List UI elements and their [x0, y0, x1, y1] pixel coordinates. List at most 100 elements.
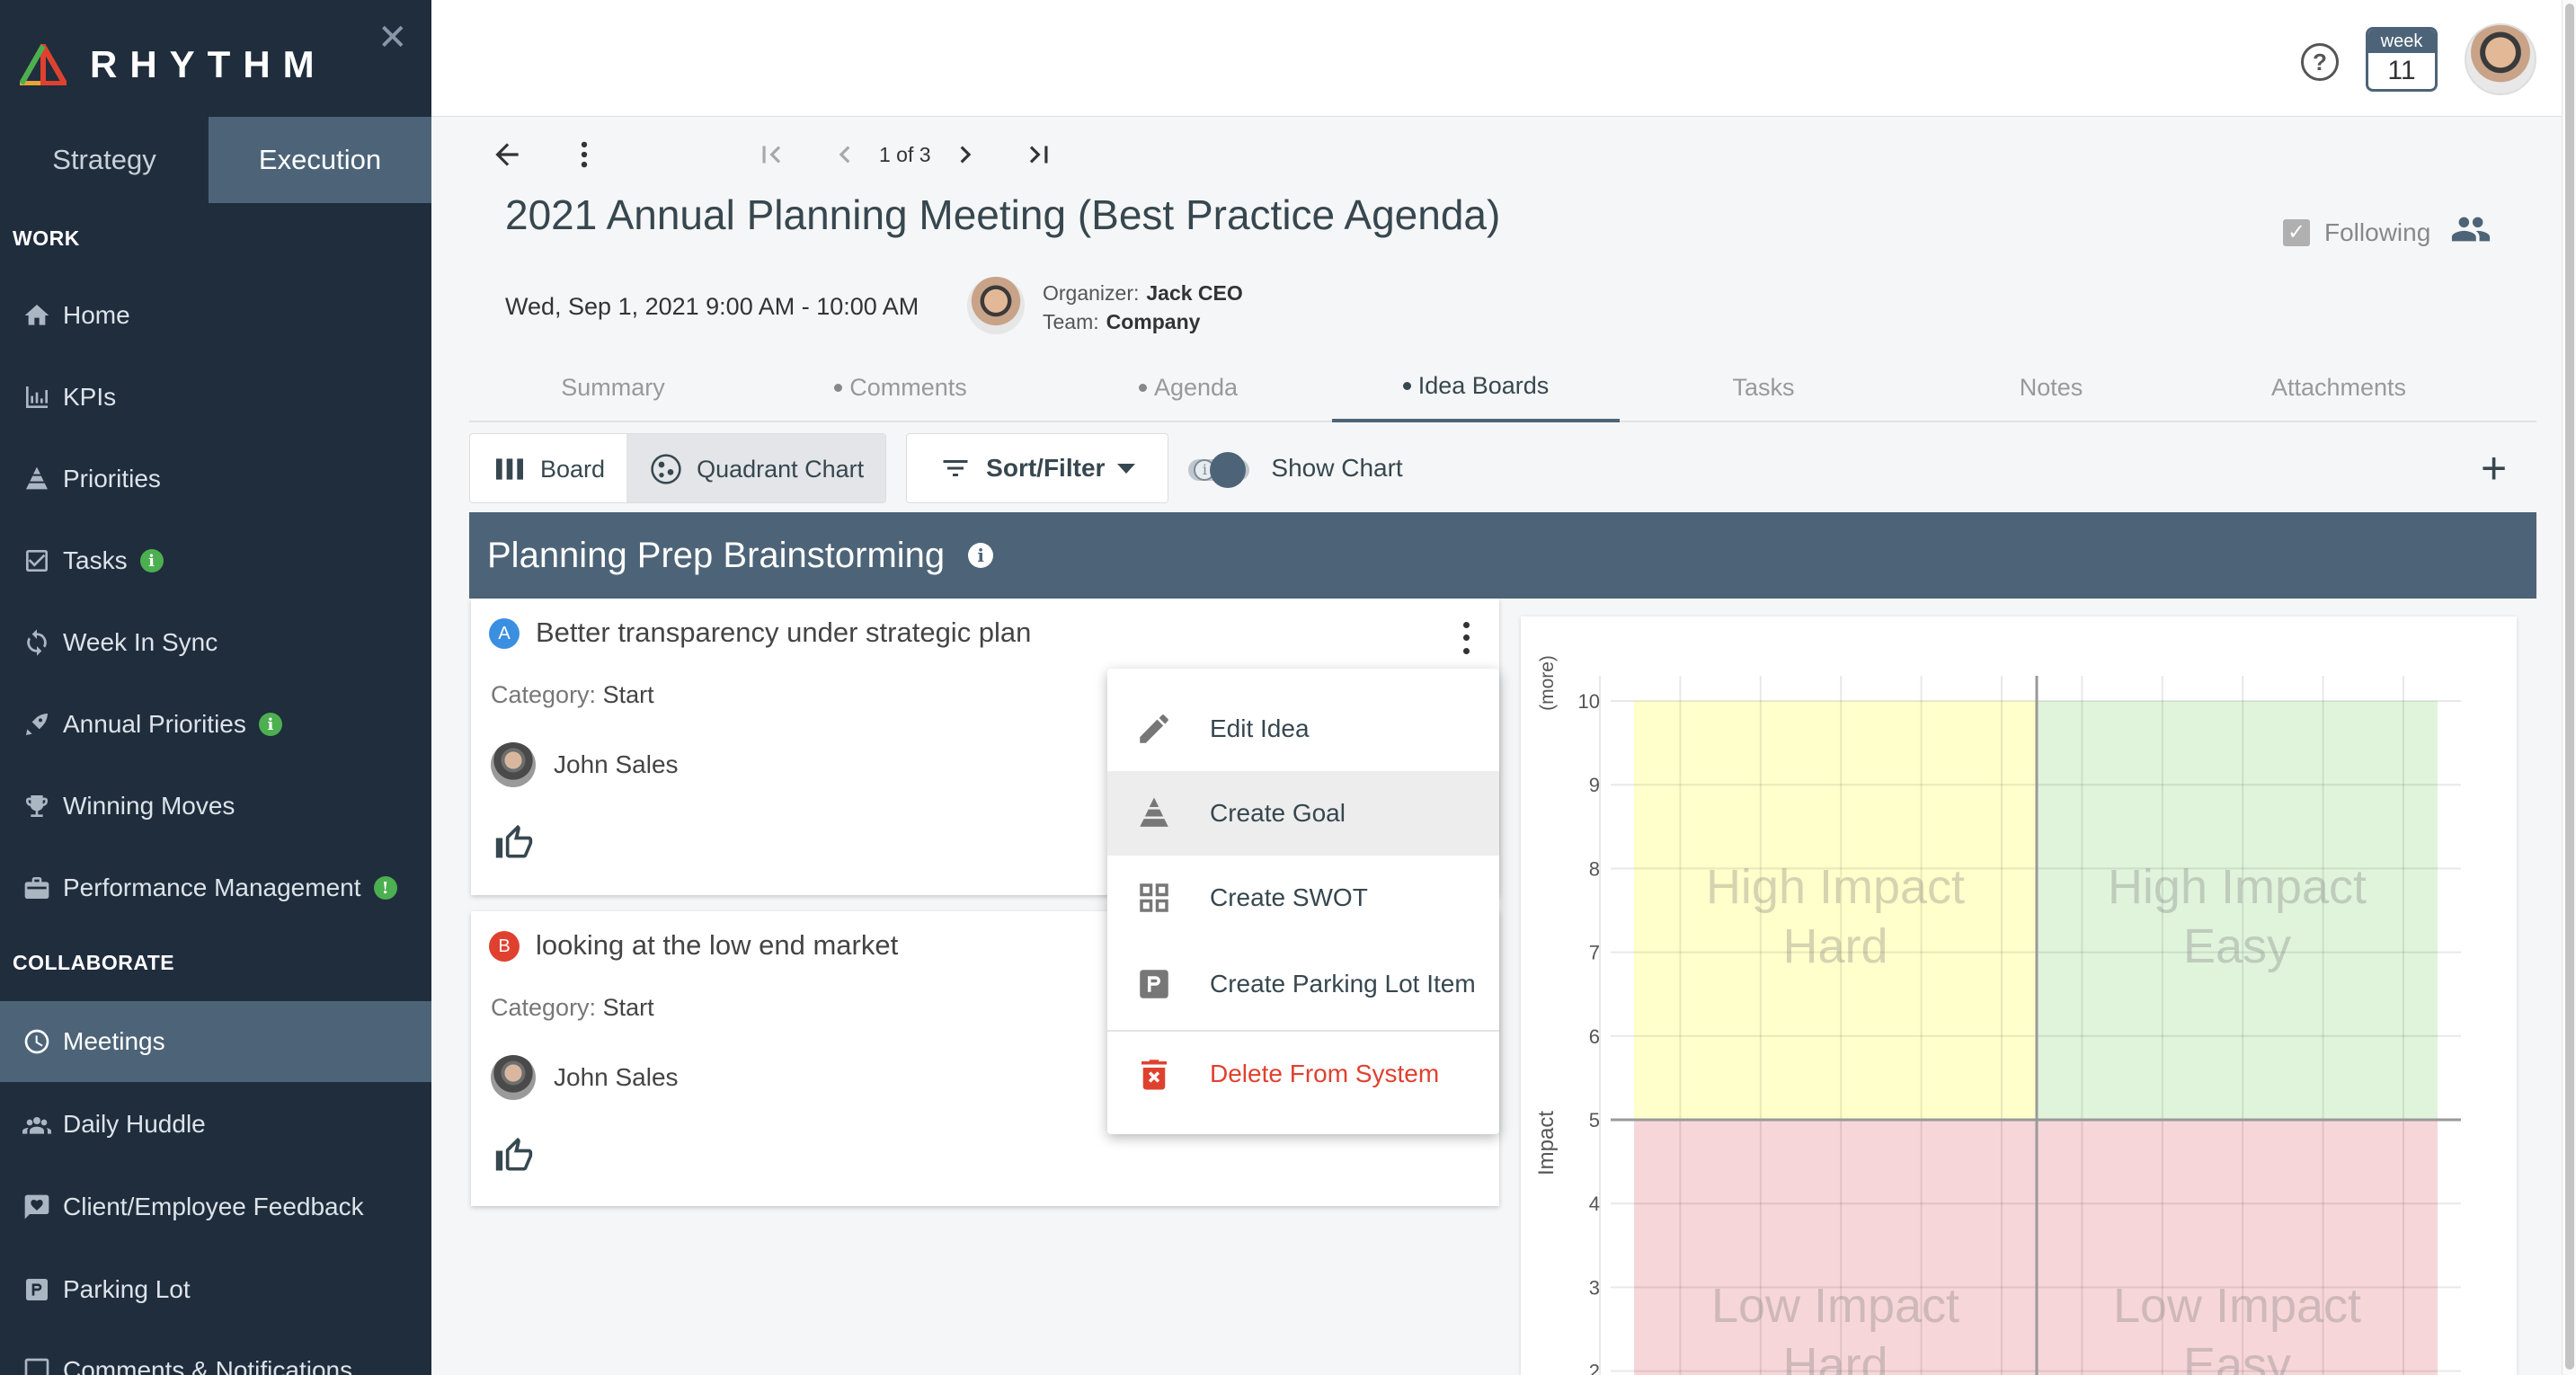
sidebar: RHYTHM ✕ Strategy Execution WORK Home KP… — [0, 0, 431, 1375]
sidebar-item-comments-notifications[interactable]: Comments & Notifications — [0, 1330, 431, 1375]
sidebar-item-performance-management[interactable]: Performance Management ! — [0, 847, 431, 928]
prev-page-icon[interactable] — [823, 133, 866, 176]
page-scrollbar[interactable] — [2562, 0, 2576, 1375]
quadrant-low-impact-hard — [1634, 1120, 2037, 1375]
tab-label: Agenda — [1153, 373, 1239, 401]
sidebar-item-priorities[interactable]: Priorities — [0, 439, 431, 519]
following-toggle[interactable]: ✓ Following — [2283, 208, 2492, 256]
info-badge: i — [139, 549, 164, 572]
back-arrow-icon[interactable] — [485, 133, 529, 176]
trash-icon — [1134, 1054, 1174, 1094]
owner-avatar — [491, 1055, 536, 1100]
pager-text: 1 of 3 — [879, 142, 931, 166]
next-page-icon[interactable] — [944, 133, 987, 176]
sidebar-item-label: Annual Priorities — [63, 710, 246, 738]
sort-filter-button[interactable]: Sort/Filter — [906, 433, 1169, 503]
menu-item-edit-idea[interactable]: Edit Idea — [1107, 687, 1499, 771]
tab-notes[interactable]: Notes — [1907, 352, 2195, 422]
tab-idea-boards[interactable]: Idea Boards — [1332, 352, 1620, 422]
quadrant-label-line2: Hard — [1782, 919, 1888, 973]
tab-execution[interactable]: Execution — [209, 117, 431, 203]
scrollbar-thumb[interactable] — [2565, 4, 2574, 1370]
show-chart-toggle[interactable]: i — [1188, 450, 1253, 488]
y-axis-more-label: (more) — [1537, 655, 1558, 711]
tab-agenda[interactable]: Agenda — [1044, 352, 1332, 422]
sidebar-item-parking-lot[interactable]: Parking Lot — [0, 1249, 431, 1330]
week-number: 11 — [2387, 56, 2416, 85]
week-indicator[interactable]: week 11 — [2366, 27, 2438, 92]
rhythm-logo[interactable]: RHYTHM — [20, 43, 327, 86]
tab-strategy[interactable]: Strategy — [0, 117, 209, 203]
owner-name: John Sales — [554, 1063, 679, 1091]
sidebar-item-annual-priorities[interactable]: Annual Priorities i — [0, 684, 431, 765]
board-view-label: Board — [540, 455, 606, 483]
sidebar-item-label: Tasks — [63, 546, 128, 574]
rhythm-logo-icon — [20, 44, 67, 85]
menu-item-create-parking-lot-item[interactable]: Create Parking Lot Item — [1107, 942, 1499, 1026]
sidebar-item-client-employee-feedback[interactable]: Client/Employee Feedback — [0, 1167, 431, 1247]
first-page-icon[interactable] — [750, 133, 793, 176]
sidebar-item-winning-moves[interactable]: Winning Moves — [0, 766, 431, 847]
sidebar-item-label: Client/Employee Feedback — [63, 1193, 364, 1220]
rocket-icon — [22, 709, 52, 740]
menu-item-label: Create SWOT — [1210, 883, 1368, 911]
user-avatar[interactable] — [2465, 23, 2536, 95]
idea-menu-icon[interactable] — [1452, 618, 1479, 658]
tab-label: Notes — [2019, 373, 2083, 401]
alert-badge: ! — [373, 876, 397, 900]
y-tick-label: 8 — [1589, 857, 1600, 880]
sync-icon — [22, 627, 52, 658]
y-tick-label: 2 — [1589, 1361, 1600, 1375]
scatter-icon — [651, 454, 681, 484]
sidebar-item-kpis[interactable]: KPIs — [0, 357, 431, 438]
menu-item-label: Edit Idea — [1210, 714, 1310, 742]
top-bar — [431, 0, 2576, 117]
add-idea-icon[interactable]: + — [2481, 446, 2507, 491]
close-sidebar-icon[interactable]: ✕ — [378, 20, 408, 56]
menu-item-label: Delete From System — [1210, 1060, 1440, 1087]
quadrant-chart-button[interactable]: Quadrant Chart — [626, 434, 886, 502]
help-icon[interactable]: ? — [2301, 43, 2339, 81]
grid-icon — [1134, 878, 1174, 918]
menu-item-label: Create Goal — [1210, 799, 1346, 827]
thumbs-up-icon[interactable] — [494, 1136, 534, 1180]
section-collaborate: COLLABORATE — [13, 951, 175, 974]
tab-tasks[interactable]: Tasks — [1620, 352, 1907, 422]
quadrant-low-impact-easy — [2037, 1120, 2438, 1375]
tab-summary[interactable]: Summary — [469, 352, 757, 422]
toggle-knob[interactable] — [1210, 452, 1247, 488]
tab-attachments[interactable]: Attachments — [2195, 352, 2483, 422]
quadrant-chart: 10 9 8 7 6 5 4 3 2 Impact (more) High Impact Hard Hig… — [1521, 617, 2517, 1375]
pyramid-icon — [22, 464, 52, 494]
thumbs-up-icon[interactable] — [494, 823, 534, 867]
pencil-icon — [1134, 709, 1174, 749]
briefcase-icon — [22, 873, 52, 903]
following-checkbox[interactable]: ✓ — [2283, 218, 2310, 246]
sidebar-item-home[interactable]: Home — [0, 275, 431, 356]
info-icon[interactable]: i — [968, 543, 994, 568]
board-view-button[interactable]: Board — [470, 434, 626, 502]
tab-comments[interactable]: Comments — [757, 352, 1044, 422]
quadrant-chart-label: Quadrant Chart — [697, 455, 865, 483]
last-page-icon[interactable] — [1017, 133, 1061, 176]
menu-item-create-goal[interactable]: Create Goal — [1107, 771, 1499, 856]
sidebar-item-daily-huddle[interactable]: Daily Huddle — [0, 1084, 431, 1165]
more-vert-icon[interactable] — [563, 133, 606, 176]
menu-item-delete-from-system[interactable]: Delete From System — [1107, 1032, 1499, 1116]
filter-icon — [943, 460, 968, 476]
organizer-name: Jack CEO — [1146, 281, 1243, 305]
people-icon[interactable] — [2430, 208, 2492, 256]
following-label: Following — [2324, 217, 2431, 246]
tab-dot — [1402, 381, 1411, 390]
sidebar-item-meetings[interactable]: Meetings — [0, 1001, 431, 1082]
meeting-nav-row: 1 of 3 — [485, 133, 1061, 176]
meeting-datetime: Wed, Sep 1, 2021 9:00 AM - 10:00 AM — [505, 293, 919, 320]
sidebar-item-tasks[interactable]: Tasks i — [0, 520, 431, 601]
sidebar-item-label: Meetings — [63, 1027, 165, 1055]
organizer-label: Organizer: — [1043, 281, 1140, 305]
sidebar-item-week-in-sync[interactable]: Week In Sync — [0, 602, 431, 683]
tab-label: Summary — [561, 373, 665, 401]
y-tick-label: 7 — [1589, 942, 1600, 964]
tab-label: Idea Boards — [1417, 371, 1550, 399]
menu-item-create-swot[interactable]: Create SWOT — [1107, 856, 1499, 940]
